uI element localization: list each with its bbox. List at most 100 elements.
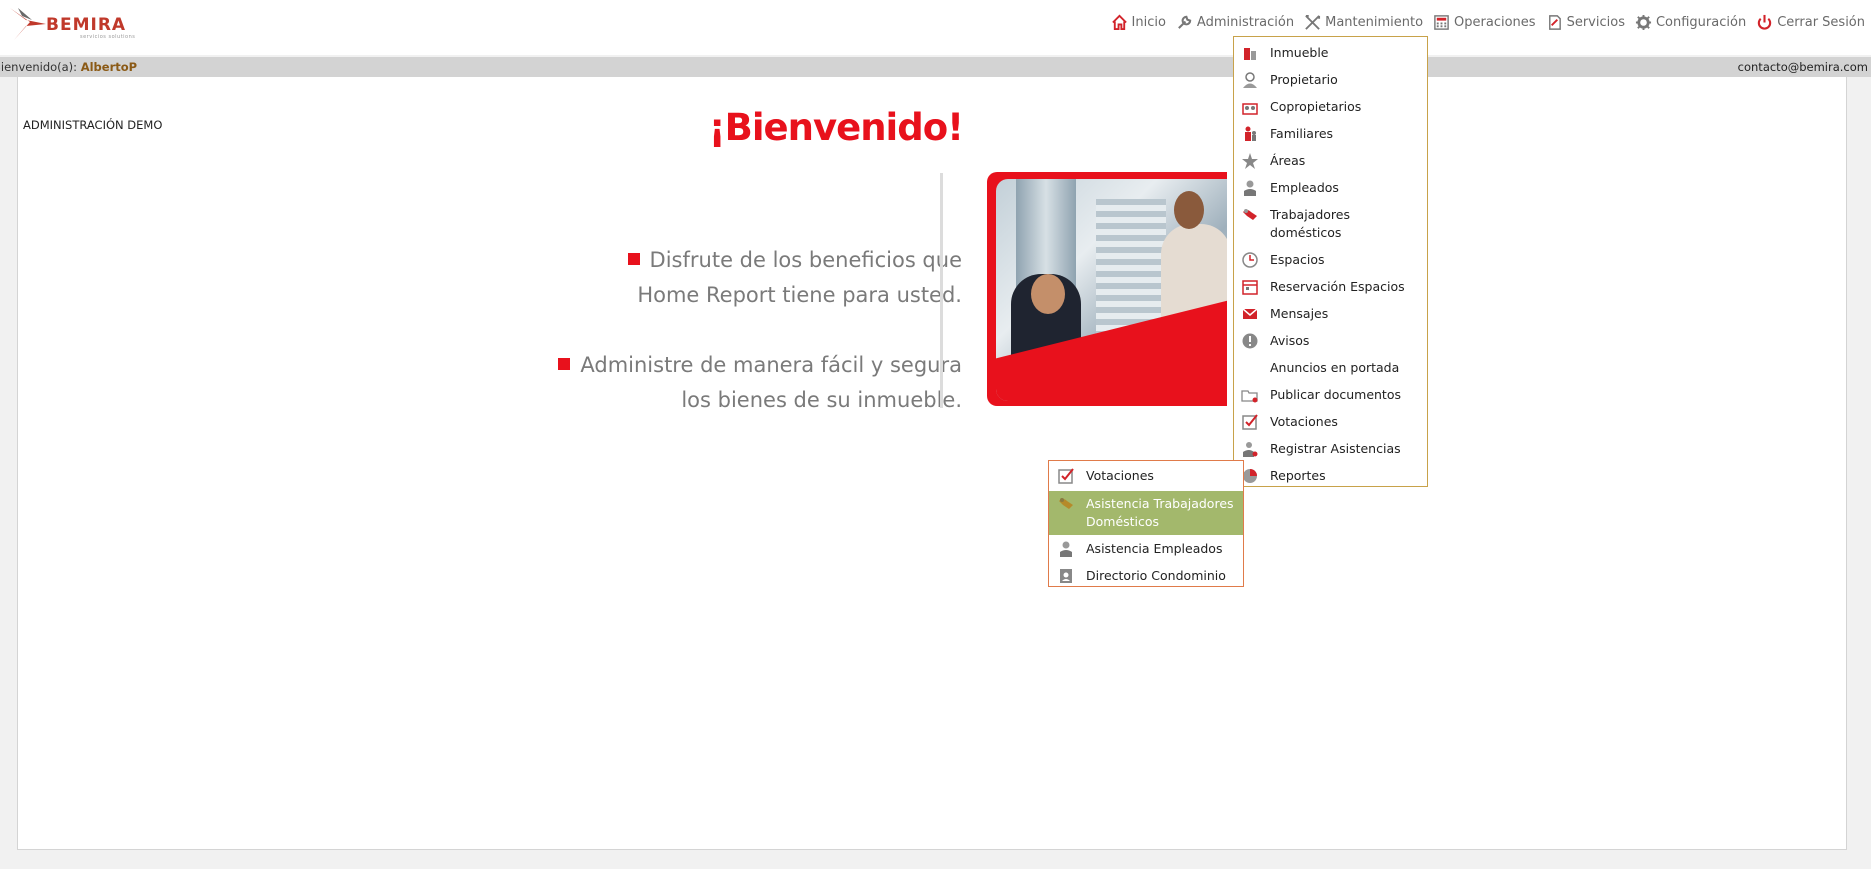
nav-servicios-label: Servicios — [1566, 15, 1625, 30]
menu-item-anuncios-en-portada[interactable]: Anuncios en portada — [1234, 359, 1427, 377]
logo-tagline: servicios solutions — [80, 34, 136, 40]
registrar-asistencias-submenu: Votaciones Asistencia Trabajadores Domés… — [1048, 460, 1244, 587]
menu-item-registrar-asistencias[interactable]: Registrar Asistencias — [1234, 440, 1427, 458]
menu-item-label: Propietario — [1270, 72, 1338, 87]
submenu-item-votaciones[interactable]: Votaciones — [1049, 464, 1243, 488]
checkbox-icon — [1058, 468, 1074, 484]
page-title: ADMINISTRACIÓN DEMO — [23, 118, 163, 132]
owner-icon — [1243, 72, 1257, 88]
nav-cerrar-sesion-label: Cerrar Sesión — [1777, 15, 1865, 30]
menu-item-label: Publicar documentos — [1270, 387, 1401, 402]
main-navigation: Inicio Administración Mantenimiento Oper… — [1111, 14, 1865, 31]
power-icon — [1758, 14, 1772, 30]
mail-icon — [1242, 308, 1258, 319]
submenu-item-asistencia-trabajadores-domesticos[interactable]: Asistencia Trabajadores Domésticos — [1049, 491, 1243, 535]
hero-bullet-2: Administre de manera fácil y segura los … — [558, 348, 962, 418]
menu-item-label: Empleados — [1270, 180, 1339, 195]
hero-divider — [940, 173, 943, 408]
menu-item-publicar-documentos[interactable]: Publicar documentos — [1234, 386, 1427, 404]
welcome-prefix: Bienvenido(a): — [0, 60, 78, 74]
hero-bullet-2-line-1: Administre de manera fácil y segura — [580, 353, 962, 377]
hero-bullet-2-line-2: los bienes de su inmueble. — [681, 388, 962, 412]
tools-icon — [1305, 14, 1321, 30]
menu-item-label: Áreas — [1270, 153, 1306, 168]
handshake-photo — [996, 179, 1227, 401]
menu-item-label: Reservación Espacios — [1270, 279, 1405, 294]
menu-item-espacios[interactable]: Espacios — [1234, 251, 1427, 269]
folder-icon — [1241, 390, 1258, 403]
calculator-icon — [1434, 15, 1449, 30]
hero-bullet-1-line-2: Home Report tiene para usted. — [637, 283, 962, 307]
logo-wordmark: BEMIRA — [46, 15, 127, 35]
gear-icon — [1635, 14, 1652, 31]
welcome-message: Bienvenido(a): AlbertoP — [0, 57, 137, 77]
nav-operaciones-label: Operaciones — [1454, 15, 1536, 30]
checkbox-icon — [1242, 414, 1258, 430]
menu-item-label: Avisos — [1270, 333, 1310, 348]
menu-item-label: Mensajes — [1270, 306, 1329, 321]
submenu-item-label: Asistencia Empleados — [1086, 541, 1223, 556]
nav-mantenimiento-label: Mantenimiento — [1325, 15, 1424, 30]
submenu-item-label: Votaciones — [1086, 468, 1154, 483]
top-header: BEMIRA servicios solutions Inicio Admini… — [0, 0, 1871, 55]
submenu-item-label: Asistencia Trabajadores Domésticos — [1086, 496, 1234, 529]
hero-title: ¡Bienvenido! — [708, 106, 964, 149]
home-icon — [1111, 14, 1127, 31]
menu-item-avisos[interactable]: Avisos — [1234, 332, 1427, 350]
employee-icon — [1060, 541, 1072, 557]
nav-operaciones[interactable]: Operaciones — [1433, 14, 1536, 31]
nav-inicio-label: Inicio — [1131, 15, 1166, 30]
domestic-worker-icon — [1059, 498, 1073, 509]
hero-image-frame — [987, 172, 1227, 406]
bemira-logo[interactable]: BEMIRA servicios solutions — [8, 6, 138, 42]
wrench-icon — [1178, 15, 1192, 29]
submenu-item-asistencia-empleados[interactable]: Asistencia Empleados — [1049, 537, 1243, 561]
menu-item-reportes[interactable]: Reportes — [1234, 467, 1427, 485]
nav-cerrar-sesion[interactable]: Cerrar Sesión — [1756, 14, 1865, 31]
family-icon — [1245, 126, 1256, 141]
nav-administracion[interactable]: Administración — [1176, 14, 1294, 31]
menu-item-empleados[interactable]: Empleados — [1234, 179, 1427, 197]
menu-item-label: Espacios — [1270, 252, 1325, 267]
nav-inicio[interactable]: Inicio — [1111, 14, 1166, 31]
menu-item-votaciones[interactable]: Votaciones — [1234, 413, 1427, 431]
administracion-dropdown: Inmueble Propietario Copropietarios Fami… — [1233, 36, 1428, 487]
nav-administracion-label: Administración — [1196, 15, 1295, 30]
main-content: ADMINISTRACIÓN DEMO — [17, 77, 1847, 850]
nav-mantenimiento[interactable]: Mantenimiento — [1304, 14, 1423, 31]
menu-item-copropietarios[interactable]: Copropietarios — [1234, 98, 1427, 116]
menu-item-label: Reportes — [1270, 468, 1326, 483]
building-icon — [1244, 48, 1256, 60]
menu-item-familiares[interactable]: Familiares — [1234, 125, 1427, 143]
co-owners-icon — [1242, 103, 1258, 115]
directory-icon — [1060, 569, 1072, 583]
nav-configuracion-label: Configuración — [1655, 15, 1747, 30]
menu-item-mensajes[interactable]: Mensajes — [1234, 305, 1427, 323]
menu-item-inmueble[interactable]: Inmueble — [1234, 44, 1427, 62]
star-icon — [1242, 153, 1258, 169]
alert-icon — [1242, 333, 1258, 349]
menu-item-label: Votaciones — [1270, 414, 1338, 429]
welcome-bar: Bienvenido(a): AlbertoP contacto@bemira.… — [0, 57, 1871, 77]
menu-item-reservacion-espacios[interactable]: Reservación Espacios — [1234, 278, 1427, 296]
menu-item-label: Anuncios en portada — [1270, 360, 1400, 375]
attendance-icon — [1243, 442, 1258, 457]
blank-icon — [1241, 359, 1259, 377]
menu-item-areas[interactable]: Áreas — [1234, 152, 1427, 170]
nav-servicios[interactable]: Servicios — [1546, 14, 1625, 31]
hero-bullet-1: Disfrute de los beneficios que Home Repo… — [627, 243, 962, 313]
submenu-item-directorio-condominio[interactable]: Directorio Condominio — [1049, 564, 1243, 588]
employee-icon — [1244, 180, 1256, 196]
bullet-square-icon — [627, 253, 640, 265]
clock-icon — [1242, 252, 1258, 268]
reservation-icon — [1242, 280, 1258, 295]
menu-item-trabajadores-domesticos[interactable]: Trabajadores domésticos — [1234, 206, 1427, 242]
nav-configuracion[interactable]: Configuración — [1635, 14, 1746, 31]
domestic-worker-icon — [1243, 209, 1257, 220]
hero-bullet-1-line-1: Disfrute de los beneficios que — [649, 248, 962, 272]
menu-item-label: Familiares — [1270, 126, 1334, 141]
submenu-item-label: Directorio Condominio — [1086, 568, 1226, 583]
user-name: AlbertoP — [80, 60, 138, 74]
menu-item-label: Copropietarios — [1270, 99, 1362, 114]
menu-item-propietario[interactable]: Propietario — [1234, 71, 1427, 89]
